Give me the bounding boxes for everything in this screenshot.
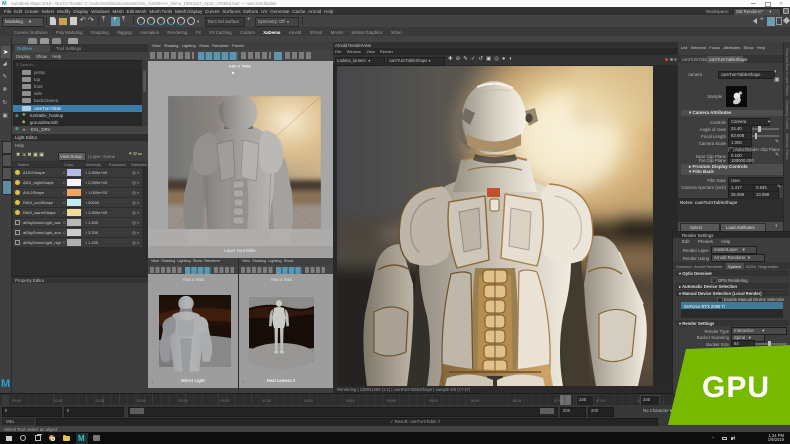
svg-text:Layer TurnTable: Layer TurnTable <box>224 248 256 253</box>
svg-text:GPU: GPU <box>702 371 770 404</box>
svg-text:TR80 A TR80: TR80 A TR80 <box>182 278 204 282</box>
svg-text:Heat camera 2: Heat camera 2 <box>267 378 296 383</box>
svg-text:E80 A TR80: E80 A TR80 <box>229 64 251 69</box>
svg-text:TR80 A TR80: TR80 A TR80 <box>270 278 292 282</box>
svg-text:Mirror Light: Mirror Light <box>181 378 205 383</box>
